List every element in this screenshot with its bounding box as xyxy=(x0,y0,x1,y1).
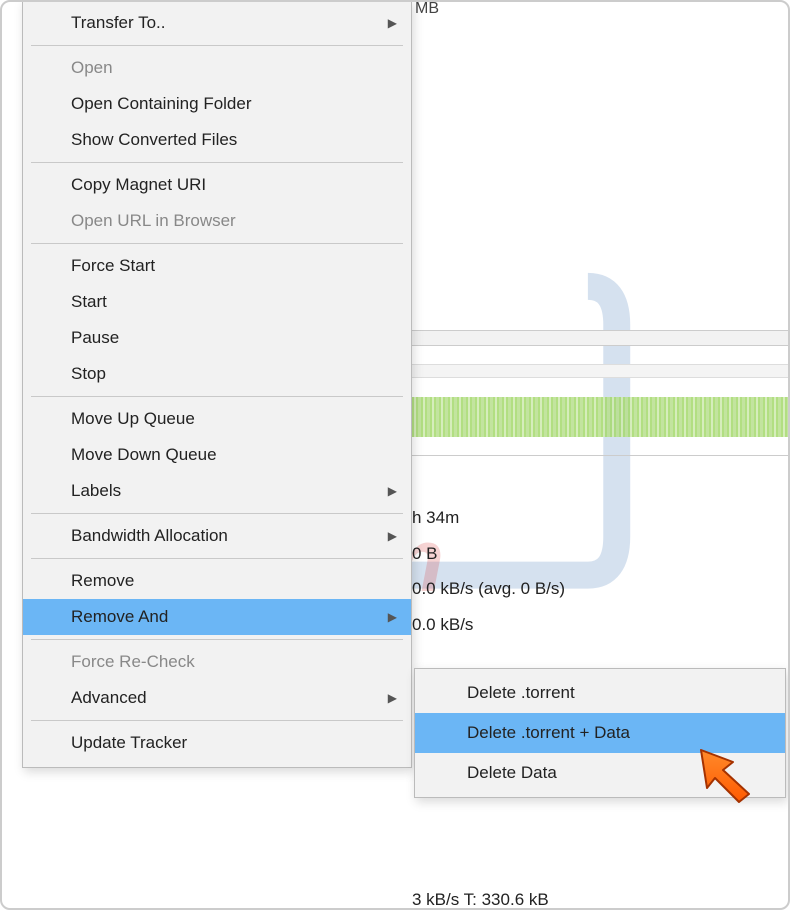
bg-header-fragment: MB xyxy=(415,0,439,18)
menu-update-tracker[interactable]: Update Tracker xyxy=(23,725,411,761)
menu-label: Move Up Queue xyxy=(71,409,195,428)
menu-label: Open Containing Folder xyxy=(71,94,252,113)
bg-progress-track xyxy=(412,330,790,346)
menu-separator xyxy=(31,243,403,244)
chevron-right-icon: ▶ xyxy=(388,16,397,30)
menu-label: Copy Magnet URI xyxy=(71,175,206,194)
menu-labels[interactable]: Labels ▶ xyxy=(23,473,411,509)
bg-stats: h 34m 0 B 0.0 kB/s (avg. 0 B/s) 0.0 kB/s xyxy=(412,500,565,643)
menu-label: Force Re-Check xyxy=(71,652,195,671)
menu-remove-and[interactable]: Remove And ▶ xyxy=(23,599,411,635)
menu-move-up-queue[interactable]: Move Up Queue xyxy=(23,401,411,437)
menu-copy-magnet-uri[interactable]: Copy Magnet URI xyxy=(23,167,411,203)
menu-label: Open xyxy=(71,58,113,77)
menu-label: Stop xyxy=(71,364,106,383)
menu-label: Force Start xyxy=(71,256,155,275)
menu-transfer-to[interactable]: Transfer To.. ▶ xyxy=(23,5,411,41)
chevron-right-icon: ▶ xyxy=(388,691,397,705)
menu-open-url-in-browser[interactable]: Open URL in Browser xyxy=(23,203,411,239)
menu-label: Delete .torrent xyxy=(467,683,575,702)
stat-down: 0.0 kB/s (avg. 0 B/s) xyxy=(412,571,565,607)
menu-label: Update Tracker xyxy=(71,733,187,752)
annotation-arrow-icon xyxy=(693,742,757,806)
menu-label: Advanced xyxy=(71,688,147,707)
context-menu: Transfer To.. ▶ Open Open Containing Fol… xyxy=(22,0,412,768)
menu-label: Labels xyxy=(71,481,121,500)
bg-pieces-bar xyxy=(412,397,790,437)
menu-separator xyxy=(31,513,403,514)
menu-label: Transfer To.. xyxy=(71,13,165,32)
menu-label: Show Converted Files xyxy=(71,130,237,149)
menu-force-start[interactable]: Force Start xyxy=(23,248,411,284)
menu-separator xyxy=(31,162,403,163)
chevron-right-icon: ▶ xyxy=(388,484,397,498)
menu-separator xyxy=(31,558,403,559)
stat-time: h 34m xyxy=(412,500,565,536)
menu-label: Remove And xyxy=(71,607,168,626)
menu-advanced[interactable]: Advanced ▶ xyxy=(23,680,411,716)
submenu-delete-torrent[interactable]: Delete .torrent xyxy=(415,673,785,713)
menu-separator xyxy=(31,639,403,640)
chevron-right-icon: ▶ xyxy=(388,529,397,543)
menu-stop[interactable]: Stop xyxy=(23,356,411,392)
menu-label: Delete Data xyxy=(467,763,557,782)
menu-label: Pause xyxy=(71,328,119,347)
menu-separator xyxy=(31,396,403,397)
menu-start[interactable]: Start xyxy=(23,284,411,320)
menu-force-recheck[interactable]: Force Re-Check xyxy=(23,644,411,680)
stat-up: 0.0 kB/s xyxy=(412,607,565,643)
menu-remove[interactable]: Remove xyxy=(23,563,411,599)
menu-move-down-queue[interactable]: Move Down Queue xyxy=(23,437,411,473)
menu-label: Start xyxy=(71,292,107,311)
menu-pause[interactable]: Pause xyxy=(23,320,411,356)
menu-label: Move Down Queue xyxy=(71,445,217,464)
stat-size: 0 B xyxy=(412,536,565,572)
bg-footer-stat: 3 kB/s T: 330.6 kB xyxy=(412,890,549,910)
chevron-right-icon: ▶ xyxy=(388,610,397,624)
menu-label: Open URL in Browser xyxy=(71,211,236,230)
menu-label: Remove xyxy=(71,571,134,590)
menu-open-containing-folder[interactable]: Open Containing Folder xyxy=(23,86,411,122)
menu-label: Delete .torrent + Data xyxy=(467,723,630,742)
menu-bandwidth-allocation[interactable]: Bandwidth Allocation ▶ xyxy=(23,518,411,554)
menu-open[interactable]: Open xyxy=(23,50,411,86)
menu-separator xyxy=(31,720,403,721)
bg-progress-track-2 xyxy=(412,364,790,378)
menu-show-converted-files[interactable]: Show Converted Files xyxy=(23,122,411,158)
bg-separator xyxy=(412,455,790,456)
menu-label: Bandwidth Allocation xyxy=(71,526,228,545)
menu-separator xyxy=(31,45,403,46)
